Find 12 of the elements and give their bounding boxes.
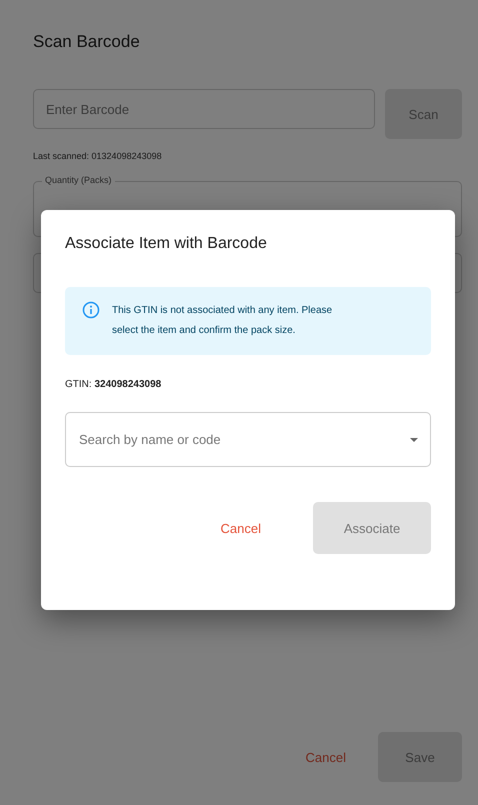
cancel-button[interactable]: Cancel [288, 737, 364, 777]
dropdown-caret-icon [409, 437, 419, 443]
dialog-title: Associate Item with Barcode [65, 235, 268, 253]
gtin-text: GTIN: 324098243098 [65, 379, 162, 390]
barcode-input-field[interactable]: Enter Barcode [33, 89, 375, 129]
item-search-field[interactable]: Search by name or code [65, 412, 431, 467]
info-icon [82, 301, 100, 319]
cancel-button[interactable]: Cancel [202, 508, 279, 548]
page-title: Scan Barcode [33, 32, 141, 52]
alert-message: This GTIN is not associated with any item. Please select the item and confirm the pack size. [112, 304, 334, 338]
last-scanned-text: Last scanned: 01324098243098 [33, 151, 163, 161]
quantity-field-label: Quantity (Packs) [42, 175, 115, 185]
